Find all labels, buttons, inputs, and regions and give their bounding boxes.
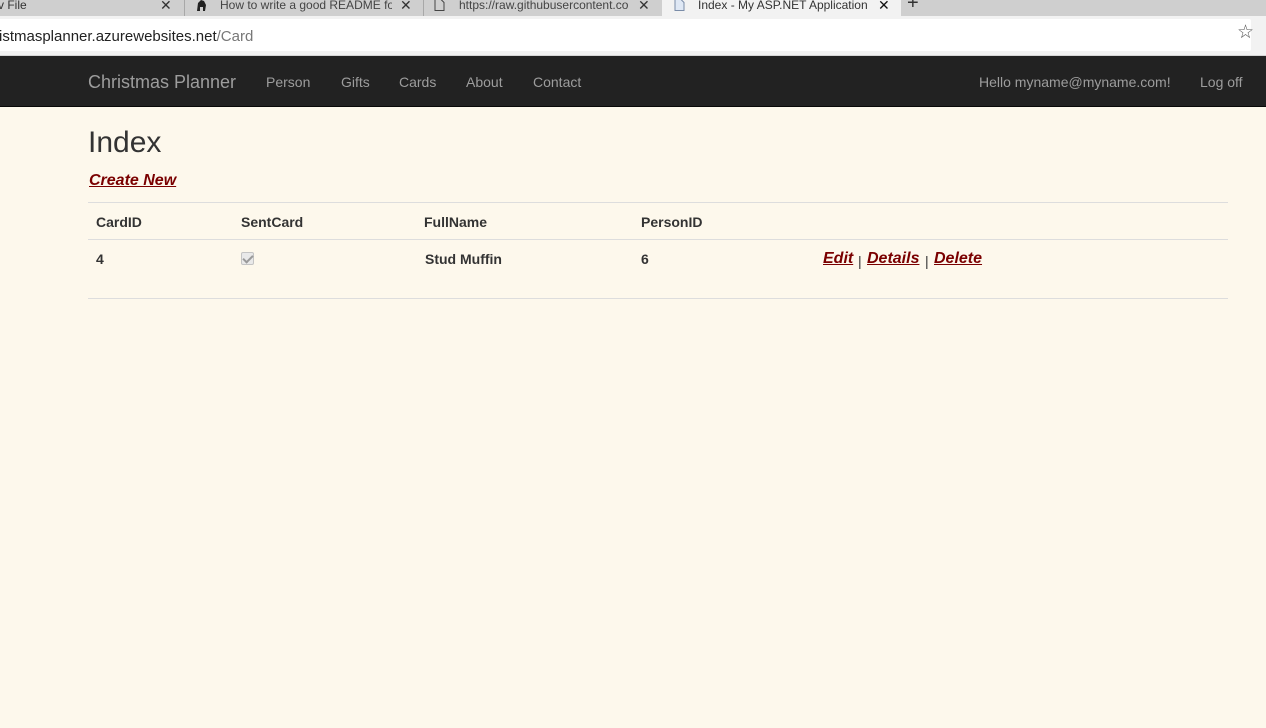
create-new-link[interactable]: Create New [89,172,176,190]
table-top-border [88,202,1228,203]
url-host: ristmasplanner.azurewebsites.net [0,28,217,45]
bookmark-star-icon[interactable]: ☆ [1237,21,1254,44]
tab-title: https://raw.githubusercontent.co [459,0,629,12]
tab-title: v File [0,0,27,12]
nav-about[interactable]: About [466,74,503,90]
new-tab-button[interactable]: + [907,0,919,15]
url-input[interactable]: ristmasplanner.azurewebsites.net/Card [0,19,1251,51]
close-icon[interactable]: ✕ [400,0,412,14]
nav-person[interactable]: Person [266,74,310,90]
github-icon [197,0,206,11]
tab-title: Index - My ASP.NET Application [698,0,868,12]
close-icon[interactable]: ✕ [878,0,890,14]
delete-link[interactable]: Delete [934,250,982,268]
column-header-personid: PersonID [641,214,703,230]
browser-tab-active[interactable]: Index - My ASP.NET Application ✕ [662,0,901,16]
document-icon [434,0,445,11]
close-icon[interactable]: ✕ [160,0,172,14]
logoff-link[interactable]: Log off [1200,74,1243,90]
nav-gifts[interactable]: Gifts [341,74,370,90]
nav-contact[interactable]: Contact [533,74,581,90]
tab-separator [184,0,185,16]
page-icon [674,0,685,11]
page-title: Index [88,126,162,159]
cell-cardid: 4 [96,251,104,267]
browser-tab-strip: v File ✕ How to write a good README fo ✕… [0,0,1266,16]
account-greeting-link[interactable]: Hello myname@myname.com! [979,74,1171,90]
browser-tab[interactable]: https://raw.githubusercontent.co ✕ [428,0,658,16]
action-separator: | [925,253,929,269]
address-bar: ristmasplanner.azurewebsites.net/Card ☆ [0,16,1266,56]
table-header-border [88,239,1228,240]
site-navbar: Christmas Planner Person Gifts Cards Abo… [0,56,1266,107]
tab-title: How to write a good README fo [220,0,392,12]
edit-link[interactable]: Edit [823,250,853,268]
cell-fullname: Stud Muffin [425,251,502,267]
sentcard-checkbox [241,252,254,265]
brand-link[interactable]: Christmas Planner [88,72,236,93]
close-icon[interactable]: ✕ [638,0,650,14]
table-bottom-border [88,298,1228,299]
column-header-fullname: FullName [424,214,488,230]
browser-tab[interactable]: How to write a good README fo ✕ [190,0,420,16]
column-header-cardid: CardID [96,214,142,230]
column-header-sentcard: SentCard [241,214,304,230]
browser-tab[interactable]: v File ✕ [0,0,180,16]
tab-separator [423,0,424,16]
nav-cards[interactable]: Cards [399,74,436,90]
details-link[interactable]: Details [867,250,919,268]
cell-personid: 6 [641,251,649,267]
url-text: ristmasplanner.azurewebsites.net/Card [0,28,253,45]
url-path: /Card [216,28,254,45]
action-separator: | [858,253,862,269]
